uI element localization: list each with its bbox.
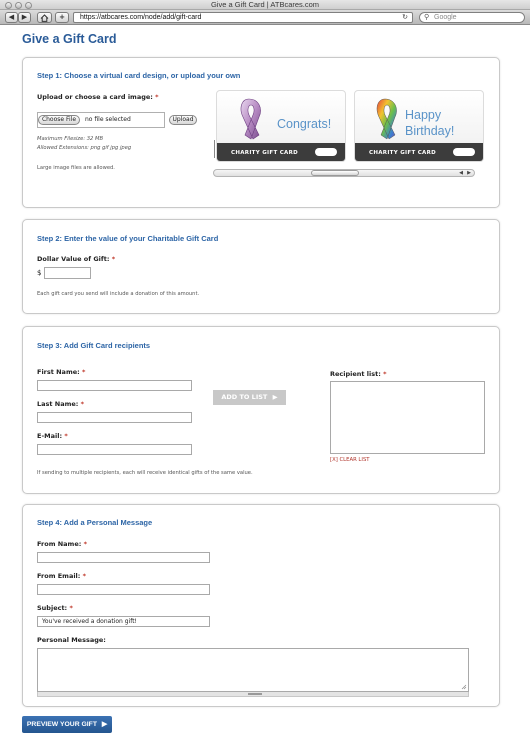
subject-label: Subject: *	[37, 604, 73, 612]
back-button[interactable]: ◀	[5, 12, 18, 23]
dollar-value-label: Dollar Value of Gift: *	[37, 255, 115, 263]
carousel-divider	[214, 140, 215, 158]
grippie-icon	[248, 693, 262, 695]
preview-your-gift-button[interactable]: PREVIEW YOUR GIFT ▶	[22, 716, 112, 733]
last-name-label-text: Last Name:	[37, 400, 79, 408]
add-to-list-label: ADD TO LIST	[221, 393, 268, 401]
scroll-left-icon[interactable]: ◀	[457, 170, 465, 176]
card-band: CHARITY GIFT CARD	[217, 143, 345, 161]
required-mark: *	[82, 368, 86, 376]
url-text: https://atbcares.com/node/add/gift-card	[80, 14, 202, 21]
window-titlebar: Give a Gift Card | ATBcares.com	[0, 0, 530, 10]
allowed-extensions-text: Allowed Extensions: png gif jpg jpeg	[37, 145, 132, 151]
step1-title: Step 1: Choose a virtual card design, or…	[37, 71, 241, 80]
step2-panel: Step 2: Enter the value of your Charitab…	[22, 219, 500, 314]
required-mark: *	[82, 572, 87, 580]
subject-value: You've received a donation gift!	[42, 618, 137, 625]
browser-toolbar: ◀ ▶ + https://atbcares.com/node/add/gift…	[0, 10, 530, 25]
page-title: Give a Gift Card	[22, 32, 117, 46]
first-name-label-text: First Name:	[37, 368, 80, 376]
card-greeting: Congrats!	[277, 117, 332, 131]
search-icon: ⚲	[424, 13, 430, 21]
carousel-scroll-thumb[interactable]	[311, 170, 359, 176]
clear-list-link[interactable]: [X] CLEAR LIST	[330, 457, 370, 463]
from-email-label-text: From Email:	[37, 572, 81, 580]
card-band-pill	[453, 148, 475, 156]
add-bookmark-button[interactable]: +	[55, 12, 69, 23]
add-to-list-button[interactable]: ADD TO LIST ▶	[213, 390, 286, 405]
from-email-label: From Email: *	[37, 572, 86, 580]
card-design-congrats[interactable]: Congrats! CHARITY GIFT CARD	[216, 90, 346, 162]
home-icon	[40, 13, 49, 22]
email-field[interactable]	[37, 444, 192, 455]
scroll-right-icon[interactable]: ▶	[465, 170, 473, 176]
step3-panel: Step 3: Add Gift Card recipients First N…	[22, 326, 500, 494]
plus-icon: +	[59, 13, 65, 21]
email-label: E-Mail: *	[37, 432, 68, 440]
card-band: CHARITY GIFT CARD	[355, 143, 483, 161]
required-mark: *	[111, 255, 116, 263]
search-input[interactable]: ⚲ Google	[419, 12, 525, 23]
home-button[interactable]	[37, 12, 52, 23]
reload-icon[interactable]: ↻	[402, 13, 408, 22]
email-label-text: E-Mail:	[37, 432, 63, 440]
required-mark: *	[155, 93, 159, 101]
card-greeting-line2: Birthday!	[405, 124, 455, 138]
recipient-list-label: Recipient list: *	[330, 370, 387, 378]
card-band-label: CHARITY GIFT CARD	[231, 150, 299, 156]
required-mark: *	[64, 432, 68, 440]
required-mark: *	[69, 604, 73, 612]
card-band-label: CHARITY GIFT CARD	[369, 150, 437, 156]
no-file-text: no file selected	[85, 116, 131, 123]
forward-button[interactable]: ▶	[18, 12, 31, 23]
dollar-value-label-text: Dollar Value of Gift:	[37, 255, 110, 263]
card-design-birthday[interactable]: Happy Birthday! CHARITY GIFT CARD	[354, 90, 484, 162]
step3-title: Step 3: Add Gift Card recipients	[37, 341, 151, 350]
subject-label-text: Subject:	[37, 604, 68, 612]
from-name-label: From Name: *	[37, 540, 87, 548]
last-name-label: Last Name: *	[37, 400, 84, 408]
step2-title: Step 2: Enter the value of your Charitab…	[37, 234, 219, 243]
from-name-input[interactable]	[37, 552, 210, 563]
last-name-input[interactable]	[37, 412, 192, 423]
max-filesize-text: Maximum Filesize: 32 MB	[37, 136, 104, 142]
card-band-pill	[315, 148, 337, 156]
first-name-input[interactable]	[37, 380, 192, 391]
message-resize-bar[interactable]	[37, 692, 469, 697]
dollar-value-input[interactable]	[44, 267, 91, 279]
upload-label-text: Upload or choose a card image:	[37, 93, 153, 101]
address-bar[interactable]: https://atbcares.com/node/add/gift-card …	[73, 12, 413, 23]
step4-panel: Step 4: Add a Personal Message From Name…	[22, 504, 500, 707]
step1-panel: Step 1: Choose a virtual card design, or…	[22, 57, 500, 208]
card-greeting-line1: Happy	[405, 108, 442, 122]
window-title: Give a Gift Card | ATBcares.com	[210, 0, 320, 9]
required-mark: *	[80, 400, 85, 408]
first-name-label: First Name: *	[37, 368, 85, 376]
from-name-label-text: From Name:	[37, 540, 82, 548]
play-arrow-icon: ▶	[101, 721, 108, 728]
upload-button[interactable]: Upload	[169, 115, 197, 125]
currency-symbol: $	[37, 269, 42, 277]
recipient-list-label-text: Recipient list:	[330, 370, 381, 378]
choose-file-button[interactable]: Choose File	[38, 115, 80, 125]
resize-grip-icon[interactable]	[461, 684, 467, 690]
carousel-scrollbar[interactable]: ◀ ▶	[213, 169, 475, 177]
forward-arrow-icon: ▶	[21, 13, 28, 21]
subject-input[interactable]: You've received a donation gift!	[37, 616, 210, 627]
personal-message-textarea[interactable]	[37, 648, 469, 692]
recipients-note: If sending to multiple recipients, each …	[37, 470, 253, 476]
play-arrow-icon: ▶	[272, 393, 278, 401]
upload-label: Upload or choose a card image: *	[37, 93, 159, 101]
personal-message-label: Personal Message:	[37, 636, 106, 644]
recipient-list-textarea[interactable]	[330, 381, 485, 454]
preview-button-label: PREVIEW YOUR GIFT	[26, 721, 97, 728]
back-arrow-icon: ◀	[8, 13, 15, 21]
required-mark: *	[83, 540, 88, 548]
step4-title: Step 4: Add a Personal Message	[37, 518, 153, 527]
large-files-note: Large image files are allowed.	[37, 165, 115, 171]
from-email-input[interactable]	[37, 584, 210, 595]
required-mark: *	[383, 370, 387, 378]
dollar-value-note: Each gift card you send will include a d…	[37, 291, 200, 297]
search-placeholder: Google	[434, 14, 457, 21]
